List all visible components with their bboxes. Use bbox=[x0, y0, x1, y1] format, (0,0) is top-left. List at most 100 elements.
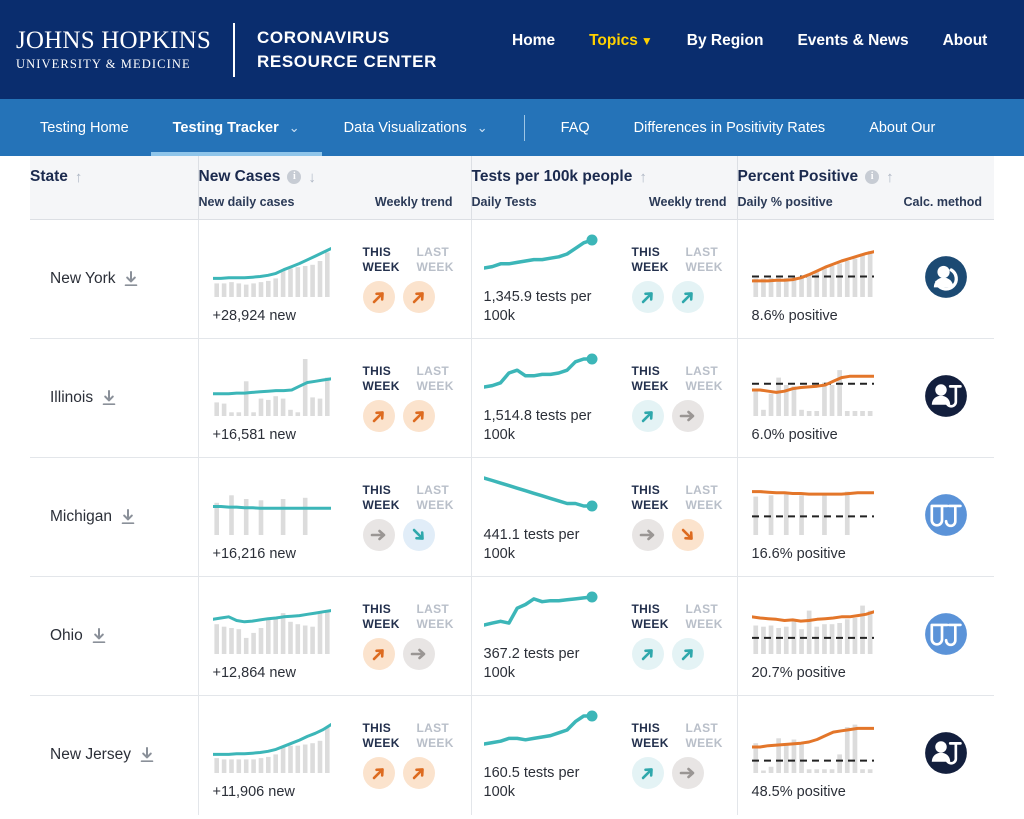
cell-percent-positive: 16.6% positive bbox=[736, 457, 994, 577]
nav-item-topics-label: Topics bbox=[589, 32, 638, 49]
trend-last-week-tests[interactable] bbox=[671, 637, 704, 670]
calc-method-badge[interactable] bbox=[924, 374, 968, 423]
trend-arrow-icon bbox=[641, 649, 653, 661]
subnav-item-testing-home-label: Testing Home bbox=[40, 119, 129, 136]
chevron-down-icon: ⌄ bbox=[476, 119, 488, 135]
trend-last-week-cases[interactable] bbox=[402, 518, 435, 551]
download-icon[interactable] bbox=[121, 509, 135, 525]
table-row[interactable]: Illinois +16,581 new THIS WEEK LAST WEEK bbox=[30, 338, 994, 458]
state-name: Illinois bbox=[50, 389, 94, 406]
cell-state: New York bbox=[30, 219, 198, 339]
trend-this-week-tests[interactable] bbox=[631, 518, 664, 551]
trend-this-week-cases[interactable] bbox=[362, 637, 395, 670]
crc-title: CORONAVIRUS RESOURCE CENTER bbox=[257, 26, 437, 73]
new-cases-chart: +16,216 new bbox=[211, 473, 347, 562]
subnav-item-differences-positivity[interactable]: Differences in Positivity Rates bbox=[612, 99, 848, 156]
trend-arrow-icon bbox=[372, 649, 384, 661]
nav-item-by-region[interactable]: By Region bbox=[687, 32, 764, 50]
table-body: New York +28,924 new THIS WEEK LAST WEEK bbox=[30, 219, 994, 815]
trend-label-last-week: LAST WEEK bbox=[685, 721, 723, 750]
trend-last-week-cases[interactable] bbox=[402, 637, 435, 670]
trend-last-week-tests[interactable] bbox=[671, 399, 704, 432]
nav-item-about-label: About bbox=[942, 32, 988, 49]
trend-last-week-cases[interactable] bbox=[402, 757, 435, 790]
table-header-row: State ↑ New Cases i ↓ New daily cases We… bbox=[30, 156, 994, 220]
trend-label-last-week: LAST WEEK bbox=[685, 602, 723, 631]
specimen-icon[interactable] bbox=[924, 612, 968, 656]
subnav-item-testing-tracker[interactable]: Testing Tracker ⌄ bbox=[150, 99, 322, 156]
subnav-item-testing-home[interactable]: Testing Home bbox=[18, 99, 151, 156]
trend-label-this-week: THIS WEEK bbox=[631, 602, 669, 631]
download-icon[interactable] bbox=[102, 390, 116, 406]
subnav-item-about-our[interactable]: About Our bbox=[847, 99, 957, 156]
nav-item-about[interactable]: About bbox=[943, 32, 988, 50]
percent-positive-value: 20.7% positive bbox=[751, 664, 846, 681]
trend-label-this-week: THIS WEEK bbox=[362, 483, 400, 512]
sort-descending-icon[interactable]: ↓ bbox=[308, 169, 316, 186]
column-header-tests-per-100k[interactable]: Tests per 100k people ↑ Daily Tests Week… bbox=[470, 156, 737, 220]
table-row[interactable]: Michigan +16,216 new THIS WEEK LAST WEEK bbox=[30, 457, 994, 577]
trend-this-week-tests[interactable] bbox=[631, 280, 664, 313]
trend-last-week-tests[interactable] bbox=[671, 518, 704, 551]
download-icon[interactable] bbox=[124, 271, 138, 287]
calc-method-badge[interactable] bbox=[924, 255, 968, 304]
subnav-item-faq[interactable]: FAQ bbox=[539, 99, 612, 156]
percent-positive-value: 6.0% positive bbox=[751, 426, 838, 443]
trend-label-last-week: LAST WEEK bbox=[685, 245, 723, 274]
person-specimen-icon[interactable] bbox=[924, 731, 968, 775]
trend-label-this-week: THIS WEEK bbox=[362, 602, 400, 631]
trend-this-week-cases[interactable] bbox=[362, 399, 395, 432]
trend-this-week-tests[interactable] bbox=[631, 399, 664, 432]
brand-lockup[interactable]: JOHNS HOPKINS UNIVERSITY & MEDICINE CORO… bbox=[16, 22, 437, 77]
table-row[interactable]: New York +28,924 new THIS WEEK LAST WEEK bbox=[30, 219, 994, 339]
logo-line-1: JOHNS HOPKINS bbox=[16, 27, 211, 55]
new-cases-value: +11,906 new bbox=[212, 783, 295, 800]
trend-label-this-week: THIS WEEK bbox=[362, 364, 400, 393]
new-cases-weekly-trend: THIS WEEK LAST WEEK bbox=[362, 602, 467, 670]
sparkline-chart bbox=[750, 605, 875, 654]
new-cases-value: +16,216 new bbox=[212, 545, 296, 562]
trend-last-week-tests[interactable] bbox=[671, 757, 704, 790]
new-cases-chart: +12,864 new bbox=[211, 592, 347, 681]
logo-line-2: UNIVERSITY & MEDICINE bbox=[16, 57, 191, 72]
sort-ascending-icon[interactable]: ↑ bbox=[886, 169, 894, 186]
info-icon[interactable]: i bbox=[865, 170, 880, 184]
trend-this-week-cases[interactable] bbox=[362, 518, 395, 551]
table-row[interactable]: New Jersey +11,906 new THIS WEEK LAST WE… bbox=[30, 695, 994, 815]
trend-this-week-cases[interactable] bbox=[362, 757, 395, 790]
subnav-divider bbox=[523, 114, 525, 141]
percent-positive-chart: 16.6% positive bbox=[750, 473, 900, 562]
calc-method-badge[interactable] bbox=[924, 493, 968, 542]
sort-ascending-icon[interactable]: ↑ bbox=[75, 169, 83, 186]
cell-state: Ohio bbox=[30, 576, 198, 696]
nav-item-home[interactable]: Home bbox=[512, 32, 555, 50]
person-repeat-icon[interactable] bbox=[924, 255, 968, 299]
calc-method-badge[interactable] bbox=[924, 612, 968, 661]
download-icon[interactable] bbox=[92, 628, 106, 644]
trend-this-week-cases[interactable] bbox=[362, 280, 395, 313]
column-header-state[interactable]: State ↑ bbox=[30, 156, 198, 220]
nav-item-topics[interactable]: Topics ▼ bbox=[589, 32, 653, 50]
trend-label-last-week: LAST WEEK bbox=[685, 483, 723, 512]
column-header-percent-positive[interactable]: Percent Positive i ↑ Daily % positive Ca… bbox=[736, 156, 994, 220]
trend-this-week-tests[interactable] bbox=[631, 757, 664, 790]
johns-hopkins-logo: JOHNS HOPKINS UNIVERSITY & MEDICINE bbox=[16, 28, 233, 71]
nav-item-events-news[interactable]: Events & News bbox=[797, 32, 908, 50]
column-subheader-daily-tests: Daily Tests bbox=[471, 195, 537, 209]
specimen-icon[interactable] bbox=[924, 493, 968, 537]
calc-method-badge[interactable] bbox=[924, 731, 968, 780]
tests-weekly-trend: THIS WEEK LAST WEEK bbox=[631, 721, 736, 790]
info-icon[interactable]: i bbox=[287, 170, 302, 184]
sort-ascending-icon[interactable]: ↑ bbox=[639, 169, 647, 186]
trend-last-week-tests[interactable] bbox=[671, 280, 704, 313]
download-icon[interactable] bbox=[140, 747, 154, 763]
person-specimen-icon[interactable] bbox=[924, 374, 968, 418]
column-header-new-cases[interactable]: New Cases i ↓ New daily cases Weekly tre… bbox=[197, 156, 471, 220]
trend-last-week-cases[interactable] bbox=[402, 280, 435, 313]
table-row[interactable]: Ohio +12,864 new THIS WEEK LAST WEEK 367… bbox=[30, 576, 994, 696]
subnav-item-data-visualizations[interactable]: Data Visualizations ⌄ bbox=[322, 99, 510, 156]
trend-last-week-cases[interactable] bbox=[402, 399, 435, 432]
cell-state: Illinois bbox=[30, 338, 198, 458]
trend-this-week-tests[interactable] bbox=[631, 637, 664, 670]
tests-weekly-trend: THIS WEEK LAST WEEK bbox=[631, 602, 736, 670]
